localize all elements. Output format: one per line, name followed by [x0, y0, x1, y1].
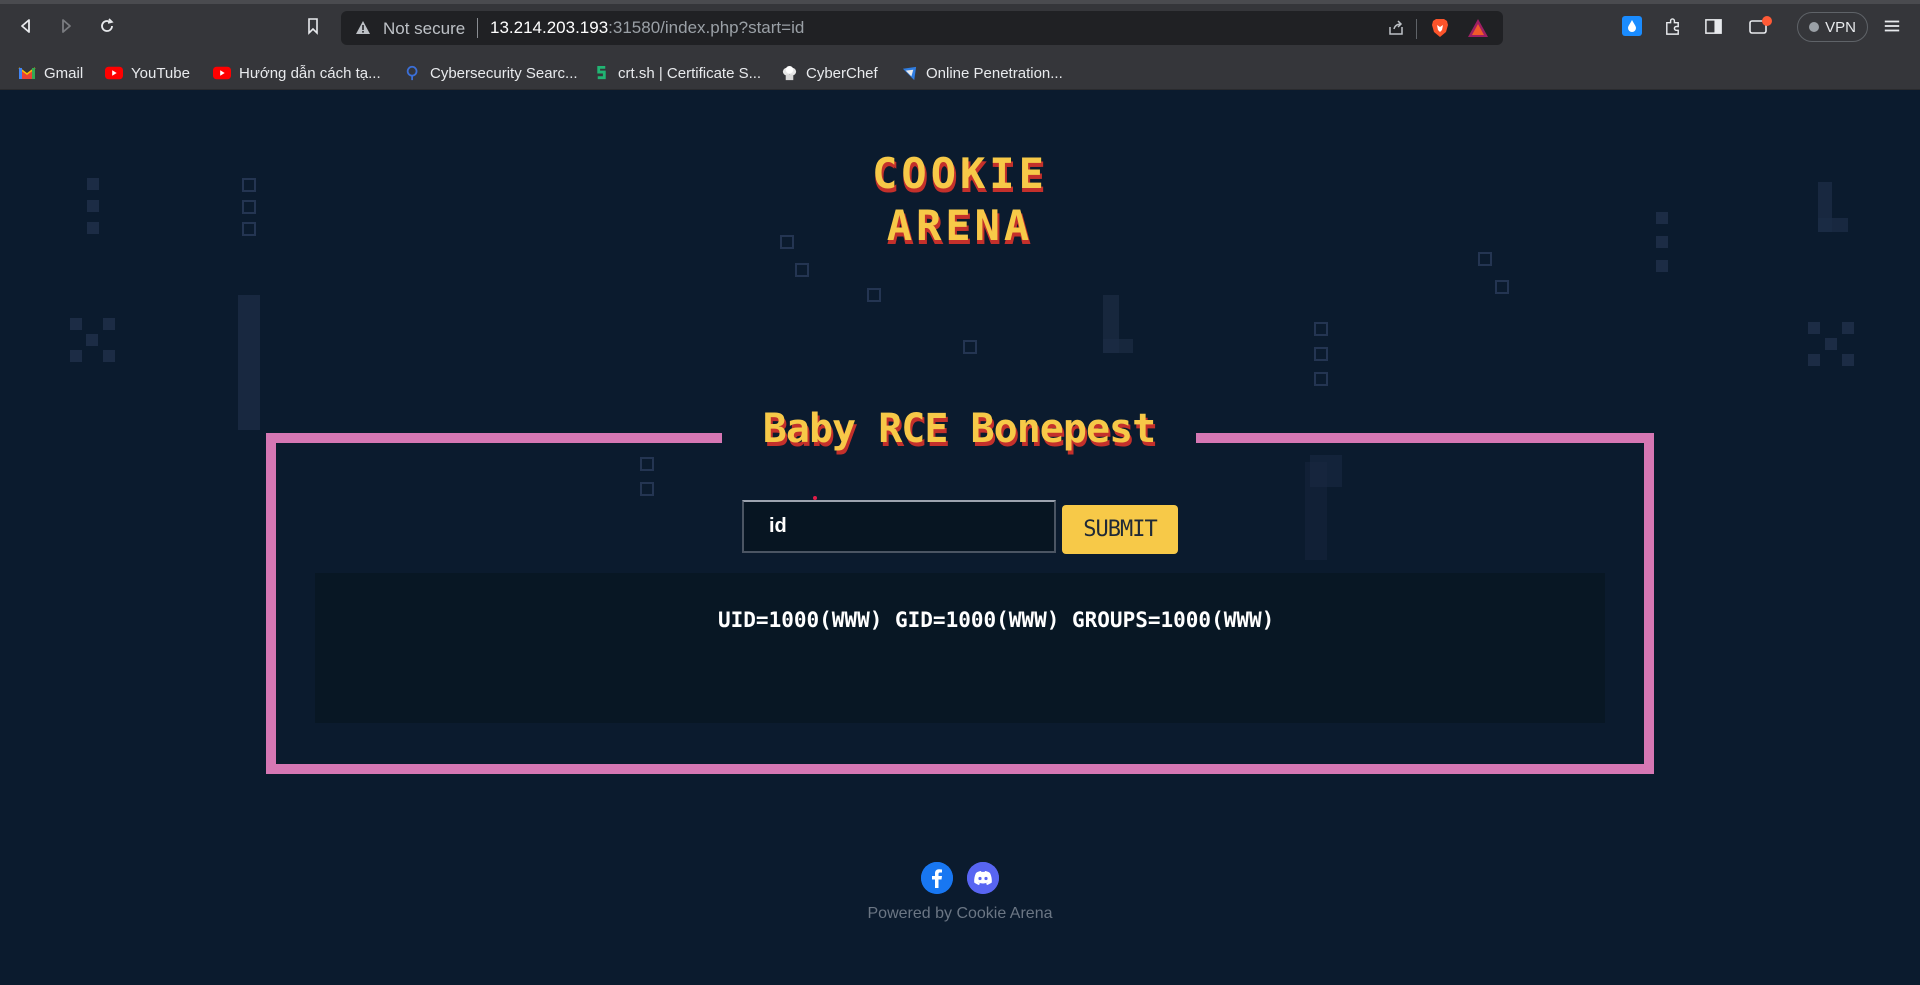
tab-strip-edge	[0, 0, 1920, 4]
address-divider	[477, 18, 478, 38]
bookmark-label: YouTube	[131, 64, 190, 82]
submit-button[interactable]: SUBMIT	[1062, 505, 1178, 554]
bookmark-youtube-guide[interactable]: Hướng dẫn cách tạ...	[213, 62, 381, 84]
reload-button[interactable]	[95, 14, 119, 38]
url-path: :31580/index.php?start=id	[608, 18, 805, 37]
facebook-icon	[921, 862, 953, 894]
crtsh-icon	[592, 64, 610, 82]
wallet-button[interactable]	[1748, 14, 1772, 38]
vpn-label: VPN	[1825, 18, 1856, 36]
brave-shields-icon[interactable]	[1429, 17, 1451, 39]
url-host: 13.214.203.193	[490, 18, 609, 37]
command-output-panel	[315, 573, 1605, 723]
url-text[interactable]: 13.214.203.193:31580/index.php?start=id	[490, 18, 804, 38]
bookmark-cybersecurity-search[interactable]: Cybersecurity Searc...	[404, 62, 578, 84]
challenge-page: COOKIE ARENA Baby RCE Bonepest SUBMIT UI…	[0, 90, 1920, 985]
vpn-status-icon	[1809, 22, 1820, 32]
bookmark-label: crt.sh | Certificate S...	[618, 64, 762, 82]
bookmark-youtube[interactable]: YouTube	[105, 62, 190, 84]
droplet-extension-icon	[1622, 16, 1642, 36]
bookmark-gmail[interactable]: Gmail	[18, 62, 83, 84]
sidebar-icon	[1704, 18, 1722, 34]
gmail-icon	[18, 64, 36, 82]
cursor-marker	[813, 496, 817, 500]
vpn-button[interactable]: VPN	[1797, 12, 1868, 42]
wallet-notification-icon	[1749, 16, 1772, 34]
hamburger-menu-icon	[1884, 20, 1900, 32]
forward-arrow-icon	[62, 19, 71, 33]
logo-line-2: ARENA	[886, 201, 1034, 250]
back-button[interactable]	[14, 14, 38, 38]
share-icon[interactable]	[1387, 19, 1405, 37]
youtube-icon	[105, 64, 123, 82]
bookmark-label: Cybersecurity Searc...	[430, 64, 578, 82]
bookmark-label: Hướng dẫn cách tạ...	[239, 64, 381, 82]
puzzle-piece-icon	[1665, 17, 1679, 35]
forward-button[interactable]	[54, 14, 78, 38]
challenge-title: Baby RCE Bonepest	[762, 406, 1156, 452]
chef-hat-icon	[780, 64, 798, 82]
bookmark-button[interactable]	[301, 14, 325, 38]
footer-powered-by: Powered by Cookie Arena	[867, 905, 1053, 922]
browser-toolbar: Not secure 13.214.203.193:31580/index.ph…	[0, 0, 1920, 55]
extensions-button[interactable]	[1660, 14, 1684, 38]
back-arrow-icon	[21, 19, 30, 33]
brave-rewards-icon[interactable]	[1467, 18, 1489, 38]
search-engine-icon	[404, 64, 422, 82]
bookmark-online-pentest[interactable]: Online Penetration...	[900, 62, 1063, 84]
security-label[interactable]: Not secure	[383, 19, 465, 39]
discord-icon	[967, 862, 999, 894]
bookmark-cyberchef[interactable]: CyberChef	[780, 62, 878, 84]
bookmark-icon	[308, 18, 318, 35]
bookmark-label: Online Penetration...	[926, 64, 1063, 82]
reload-icon	[101, 18, 114, 32]
bookmark-crtsh[interactable]: crt.sh | Certificate S...	[592, 62, 761, 84]
pentest-icon	[900, 64, 918, 82]
command-input[interactable]	[742, 500, 1056, 553]
warning-triangle-icon[interactable]	[355, 20, 371, 36]
address-divider-2	[1416, 19, 1417, 39]
bookmark-label: CyberChef	[806, 64, 878, 82]
logo-line-1: COOKIE	[872, 149, 1048, 198]
cookie-arena-logo[interactable]: COOKIE ARENA	[850, 148, 1070, 252]
extension-drop-button[interactable]	[1620, 14, 1644, 38]
bookmarks-bar: Gmail YouTube Hướng dẫn cách tạ... Cyber…	[0, 55, 1920, 90]
discord-link[interactable]	[967, 862, 999, 894]
sidebar-toggle-button[interactable]	[1701, 14, 1725, 38]
facebook-link[interactable]	[921, 862, 953, 894]
command-output-text: UID=1000(WWW) GID=1000(WWW) GROUPS=1000(…	[718, 608, 1275, 632]
menu-button[interactable]	[1880, 14, 1904, 38]
bookmark-label: Gmail	[44, 64, 84, 82]
youtube-icon	[213, 64, 231, 82]
address-bar[interactable]: Not secure 13.214.203.193:31580/index.ph…	[341, 11, 1503, 45]
